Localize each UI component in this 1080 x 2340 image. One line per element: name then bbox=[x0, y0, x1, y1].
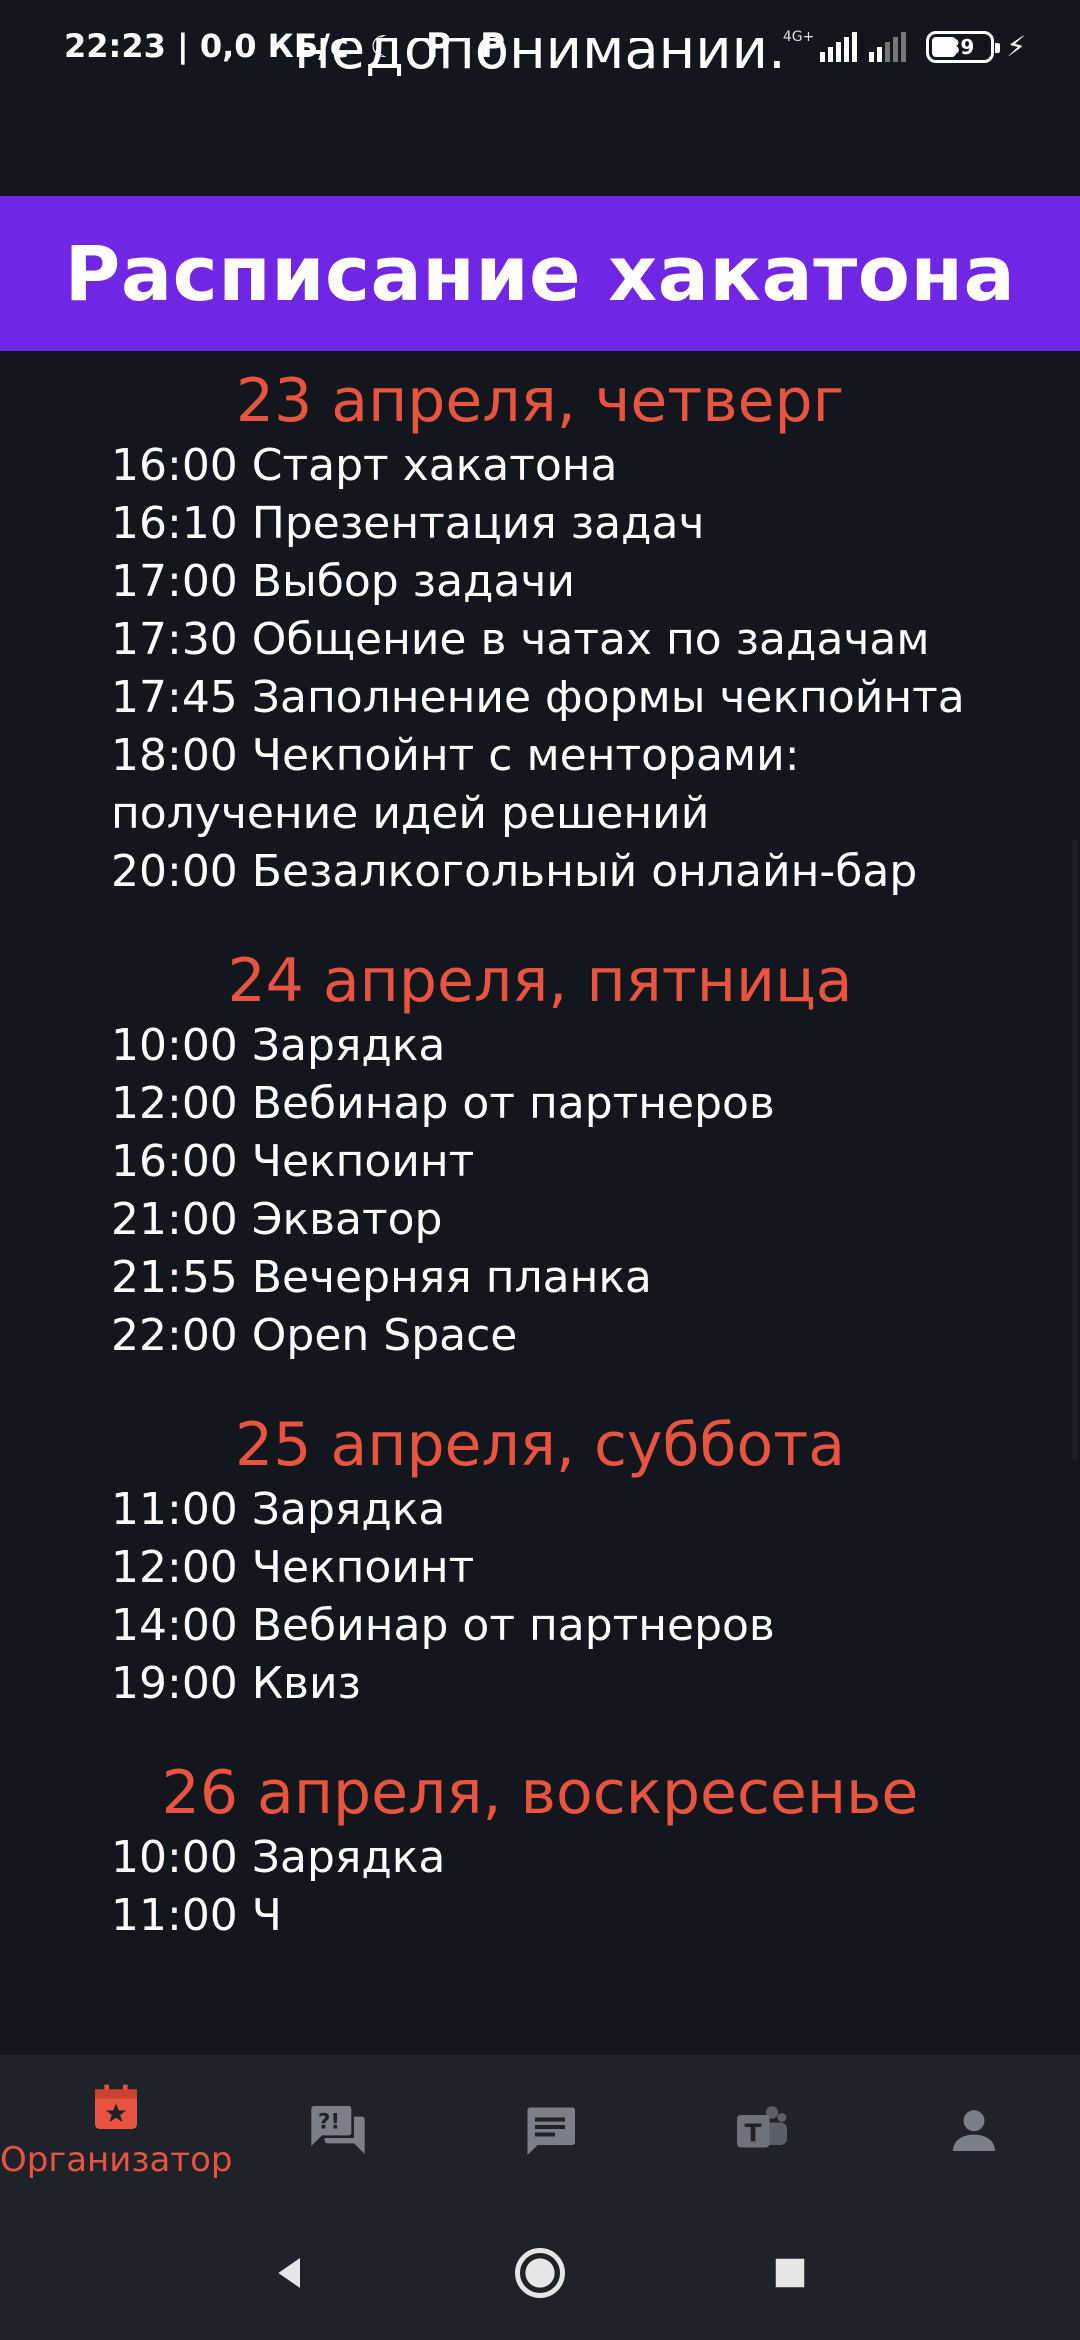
status-bar: 22:23 | 0,0 КБ/с ☾ P P 4G+ 39 ⚡ bbox=[0, 0, 1080, 96]
event-item: 17:45 Заполнение формы чекпойнта bbox=[111, 672, 965, 723]
system-nav bbox=[0, 2205, 1080, 2340]
event-item: 19:00 Квиз bbox=[111, 1658, 361, 1709]
event-item: 10:00 Зарядка bbox=[111, 1020, 446, 1071]
status-speed: 0,0 КБ/с bbox=[199, 27, 349, 65]
signal-icon bbox=[869, 31, 907, 62]
nav-item-organizer[interactable]: Организатор bbox=[0, 2055, 232, 2205]
status-time: 22:23 bbox=[64, 27, 166, 65]
day-heading: 25 апреля, суббота bbox=[235, 1410, 845, 1480]
person-icon bbox=[953, 2110, 996, 2151]
network-type: 4G+ bbox=[782, 28, 815, 45]
message-icon bbox=[527, 2107, 576, 2155]
teams-icon: T bbox=[737, 2106, 788, 2148]
event-list: 10:00 Зарядка 12:00 Вебинар от партнеров… bbox=[0, 1017, 1080, 1365]
moon-icon: ☾ bbox=[370, 30, 397, 65]
day-heading: 26 апреля, воскресенье bbox=[161, 1758, 919, 1828]
back-button[interactable] bbox=[250, 2233, 330, 2313]
event-item: 21:00 Экватор bbox=[111, 1194, 443, 1245]
status-left: 22:23 | 0,0 КБ/с ☾ P P bbox=[64, 26, 506, 66]
recents-icon bbox=[775, 2258, 805, 2287]
nav-label-organizer: Организатор bbox=[0, 2140, 233, 2180]
day-block: 26 апреля, воскресенье 10:00 Зарядка 11:… bbox=[0, 1757, 1080, 1945]
pico-p-icon: P bbox=[480, 26, 506, 66]
event-item: 12:00 Вебинар от партнеров bbox=[111, 1078, 775, 1129]
home-icon bbox=[515, 2247, 565, 2298]
faq-chat-icon: ?! bbox=[311, 2106, 366, 2154]
scrollbar[interactable] bbox=[1072, 840, 1078, 1460]
day-block: 23 апреля, четверг 16:00 Старт хакатона … bbox=[0, 365, 1080, 901]
nav-item-profile[interactable] bbox=[868, 2055, 1080, 2205]
event-item: 17:30 Общение в чатах по задачам bbox=[111, 614, 930, 665]
event-list: 11:00 Зарядка 12:00 Чекпоинт 14:00 Вебин… bbox=[0, 1481, 1080, 1713]
event-item: 21:55 Вечерняя планка bbox=[111, 1252, 652, 1303]
day-heading: 23 апреля, четверг bbox=[235, 366, 845, 436]
event-item: 16:00 Чекпоинт bbox=[111, 1136, 475, 1187]
calendar-star-icon bbox=[95, 2084, 138, 2129]
event-item: 12:00 Чекпоинт bbox=[111, 1542, 475, 1593]
battery-icon: 39 bbox=[926, 30, 1001, 63]
event-item: 20:00 Безалкогольный онлайн-бар bbox=[111, 846, 918, 897]
bottom-nav: Организатор ?! T bbox=[0, 2055, 1080, 2205]
back-icon bbox=[278, 2257, 300, 2288]
schedule-title: Расписание хакатона bbox=[64, 229, 1016, 318]
svg-text:?!: ?! bbox=[318, 2110, 340, 2135]
event-item: 17:00 Выбор задачи bbox=[111, 556, 576, 607]
event-item: 16:10 Презентация задач bbox=[111, 498, 705, 549]
schedule-content[interactable]: 23 апреля, четверг 16:00 Старт хакатона … bbox=[0, 351, 1080, 2055]
recents-button[interactable] bbox=[750, 2233, 830, 2313]
signal-icon bbox=[820, 31, 858, 62]
pico-p-icon: P bbox=[426, 26, 451, 66]
svg-text:T: T bbox=[745, 2118, 762, 2147]
schedule-header: Расписание хакатона bbox=[0, 196, 1080, 351]
status-right: 4G+ 39 ⚡ bbox=[782, 28, 1026, 64]
nav-item-teams[interactable]: T bbox=[656, 2055, 868, 2205]
event-item: 16:00 Старт хакатона bbox=[111, 440, 618, 491]
day-block: 25 апреля, суббота 11:00 Зарядка 12:00 Ч… bbox=[0, 1409, 1080, 1713]
day-heading: 24 апреля, пятница bbox=[227, 946, 853, 1016]
nav-item-faq[interactable]: ?! bbox=[232, 2055, 444, 2205]
charging-bolt-icon: ⚡ bbox=[1006, 30, 1026, 63]
event-item: 14:00 Вебинар от партнеров bbox=[111, 1600, 775, 1651]
event-item: 18:00 Чекпойнт с менторами: получение ид… bbox=[111, 730, 800, 839]
home-button[interactable] bbox=[500, 2233, 580, 2313]
event-item: 11:00 Ч bbox=[111, 1890, 282, 1941]
day-block: 24 апреля, пятница 10:00 Зарядка 12:00 В… bbox=[0, 945, 1080, 1365]
event-item: 10:00 Зарядка bbox=[111, 1832, 446, 1883]
event-item: 11:00 Зарядка bbox=[111, 1484, 446, 1535]
event-list: 10:00 Зарядка 11:00 Ч bbox=[0, 1829, 1080, 1945]
event-item: 22:00 Open Space bbox=[111, 1310, 518, 1361]
nav-item-messages[interactable] bbox=[444, 2055, 656, 2205]
event-list: 16:00 Старт хакатона 16:10 Презентация з… bbox=[0, 437, 1080, 901]
battery-percent: 39 bbox=[946, 34, 975, 59]
